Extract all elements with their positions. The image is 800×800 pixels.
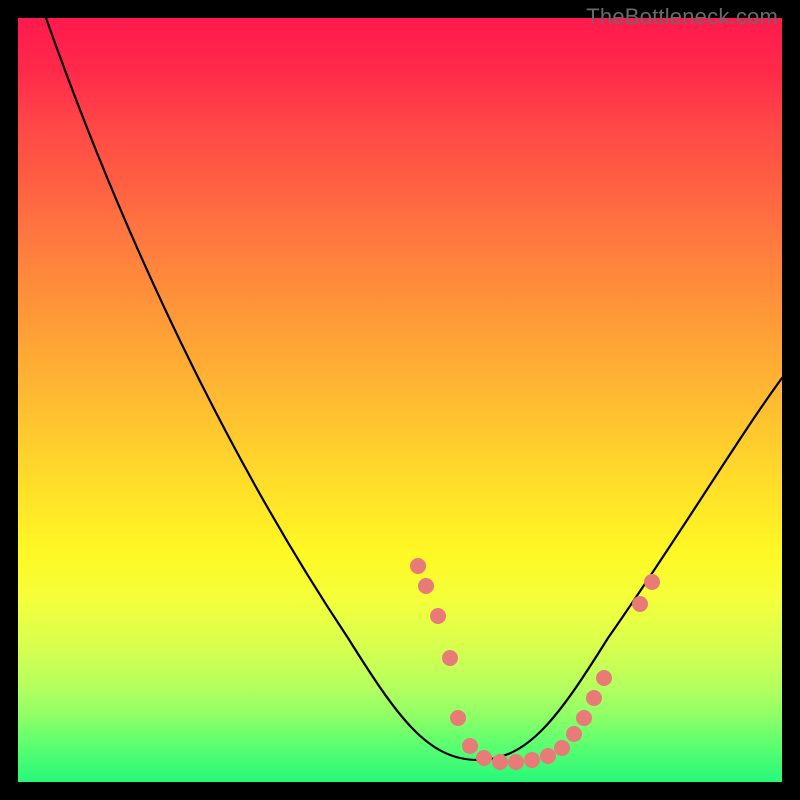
chart-frame [18,18,782,782]
bottleneck-curve [46,18,782,760]
marker-dot [443,651,458,666]
marker-dot [509,755,524,770]
watermark-text: TheBottleneck.com [586,4,778,30]
marker-dot [525,753,540,768]
marker-dot [633,597,648,612]
marker-dot [431,609,446,624]
marker-dot [451,711,466,726]
marker-dot [463,739,478,754]
marker-dot [587,691,602,706]
chart-svg [18,18,782,782]
marker-dot [493,755,508,770]
marker-dot [645,575,660,590]
marker-dot [411,559,426,574]
marker-dot [419,579,434,594]
marker-dot [541,749,556,764]
marker-dot [477,751,492,766]
marker-dot [555,741,570,756]
marker-dot [577,711,592,726]
marker-dot [567,727,582,742]
marker-dot [597,671,612,686]
